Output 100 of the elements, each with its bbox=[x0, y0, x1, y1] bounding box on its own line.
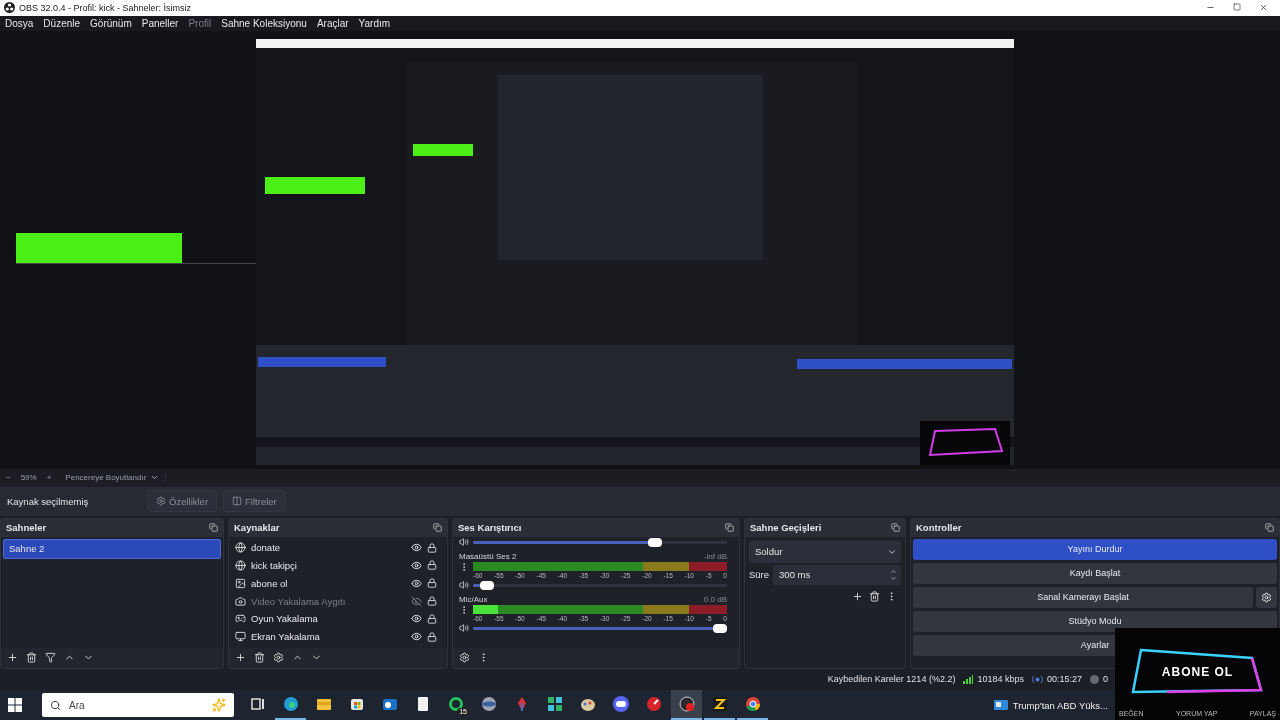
globe-icon bbox=[235, 542, 246, 554]
speaker-icon[interactable] bbox=[459, 580, 469, 591]
undock-icon[interactable] bbox=[433, 523, 442, 533]
broadcast-icon bbox=[1031, 674, 1043, 684]
chrome-icon bbox=[743, 695, 762, 713]
menu-item[interactable]: Yardım bbox=[358, 17, 391, 29]
eye-off-icon[interactable] bbox=[411, 595, 422, 607]
menu-item[interactable]: Görünüm bbox=[90, 17, 132, 29]
lock-icon[interactable] bbox=[427, 631, 437, 642]
close-icon[interactable] bbox=[1259, 3, 1268, 13]
scene-item[interactable]: Sahne 2 bbox=[3, 538, 221, 559]
add-icon[interactable] bbox=[7, 652, 18, 664]
panel-title: Sahneler bbox=[6, 522, 47, 534]
lock-icon[interactable] bbox=[427, 613, 437, 624]
undock-icon[interactable] bbox=[725, 523, 734, 533]
delete-icon[interactable] bbox=[869, 590, 880, 602]
selection-status: Kaynak seçilmemiş bbox=[7, 495, 90, 507]
add-icon[interactable] bbox=[235, 652, 246, 664]
db-reading: -inf dB bbox=[703, 551, 727, 561]
controller-icon bbox=[611, 695, 630, 713]
scale-mode-dropdown[interactable]: Pencereye Boyutlandır bbox=[61, 472, 167, 482]
eye-icon[interactable] bbox=[411, 613, 422, 625]
camera-icon bbox=[235, 595, 246, 607]
gauge-icon bbox=[644, 695, 663, 713]
properties-button[interactable]: Özellikler bbox=[147, 490, 218, 513]
monitor-icon bbox=[235, 631, 246, 643]
zoom-level: 59% bbox=[20, 472, 37, 482]
globe-icon bbox=[235, 559, 246, 571]
delete-icon[interactable] bbox=[26, 652, 37, 664]
filter-icon[interactable] bbox=[45, 652, 56, 664]
slider-handle[interactable] bbox=[713, 623, 727, 633]
settings-icon[interactable] bbox=[273, 652, 284, 664]
eye-icon[interactable] bbox=[411, 577, 422, 589]
control-button[interactable]: Stüdyo Modu bbox=[913, 610, 1277, 632]
maximize-icon[interactable] bbox=[1233, 3, 1241, 12]
menu-item[interactable]: Araçlar bbox=[316, 17, 349, 29]
control-button[interactable]: Sanal Kamerayı Başlat bbox=[913, 586, 1253, 608]
source-name[interactable]: Video Yakalama Aygıtı bbox=[251, 595, 406, 607]
menu-item[interactable]: Düzenle bbox=[43, 17, 81, 29]
eye-icon[interactable] bbox=[411, 631, 422, 643]
source-name[interactable]: kick takipçi bbox=[251, 559, 406, 571]
undock-icon[interactable] bbox=[1265, 523, 1274, 533]
tiles-icon bbox=[545, 695, 564, 713]
settings-icon bbox=[1261, 591, 1272, 603]
lock-icon[interactable] bbox=[427, 578, 437, 589]
browser-icon bbox=[281, 695, 300, 713]
bitrate: 10184 kbps bbox=[977, 674, 1024, 685]
lock-icon[interactable] bbox=[427, 560, 437, 571]
add-icon[interactable] bbox=[852, 590, 863, 602]
eye-icon[interactable] bbox=[411, 559, 422, 571]
source-name[interactable]: Oyun Yakalama bbox=[251, 613, 406, 625]
source-name[interactable]: abone ol bbox=[251, 577, 406, 589]
undock-icon[interactable] bbox=[209, 523, 218, 533]
news-widget[interactable]: Trump'tan ABD Yüks... bbox=[993, 699, 1108, 711]
undock-icon[interactable] bbox=[891, 523, 900, 533]
control-button[interactable]: Yayını Durdur bbox=[913, 538, 1277, 560]
zip-icon bbox=[710, 695, 729, 713]
panel-title: Ses Karıştırıcı bbox=[458, 522, 522, 534]
record-icon bbox=[677, 695, 696, 713]
speaker-icon[interactable] bbox=[459, 537, 469, 548]
windows-icon[interactable] bbox=[8, 698, 22, 712]
lock-icon[interactable] bbox=[427, 542, 437, 553]
panel-title: Sahne Geçişleri bbox=[750, 522, 822, 534]
duration-label: Süre bbox=[749, 569, 770, 581]
menu-item[interactable]: Paneller bbox=[141, 17, 179, 29]
settings-icon[interactable] bbox=[459, 652, 470, 664]
sparkle-icon bbox=[212, 698, 226, 712]
zoom-in-button[interactable]: + bbox=[46, 472, 52, 482]
search-icon bbox=[50, 699, 61, 711]
speaker-icon[interactable] bbox=[459, 623, 469, 634]
lock-icon[interactable] bbox=[427, 596, 437, 607]
slider-handle[interactable] bbox=[648, 537, 663, 547]
window-title: OBS 32.0.4 - Profil: kick - Sahneler: İsimsiz bbox=[19, 2, 193, 13]
task-view-icon bbox=[248, 695, 267, 713]
decrement-icon[interactable] bbox=[890, 574, 897, 582]
transition-select[interactable]: Soldur bbox=[749, 540, 901, 563]
control-button[interactable]: Kaydı Başlat bbox=[913, 562, 1277, 584]
gamepad-icon bbox=[235, 613, 246, 625]
news-headline: Trump'tan ABD Yüks... bbox=[1012, 699, 1108, 711]
menu-item[interactable]: Sahne Koleksiyonu bbox=[221, 17, 307, 29]
settings-button[interactable] bbox=[1256, 586, 1277, 608]
channel-name: Masaüstü Ses 2 bbox=[459, 551, 517, 561]
eye-icon[interactable] bbox=[411, 542, 422, 554]
taskbar-button[interactable] bbox=[671, 690, 702, 720]
source-name[interactable]: Ekran Yakalama bbox=[251, 631, 406, 643]
overlay-title: ABONE OL bbox=[1160, 665, 1235, 679]
filters-button[interactable]: Filtreler bbox=[223, 490, 286, 513]
increment-icon[interactable] bbox=[890, 567, 897, 575]
source-name[interactable]: donate bbox=[251, 542, 406, 554]
dropped-frames: Kaybedilen Kareler 1214 (%2.2) bbox=[827, 674, 956, 685]
duration-field[interactable]: 300 ms bbox=[773, 564, 901, 585]
delete-icon[interactable] bbox=[254, 652, 265, 664]
menu-item[interactable]: Dosya bbox=[5, 17, 34, 29]
search-field[interactable]: Ara bbox=[42, 693, 234, 717]
record-status-icon bbox=[1090, 674, 1099, 684]
channel-name: Mic/Aux bbox=[459, 594, 488, 604]
image-icon bbox=[235, 577, 246, 589]
zoom-out-button[interactable]: − bbox=[6, 472, 11, 482]
panel-title: Kaynaklar bbox=[234, 522, 280, 534]
slider-handle[interactable] bbox=[480, 580, 495, 590]
